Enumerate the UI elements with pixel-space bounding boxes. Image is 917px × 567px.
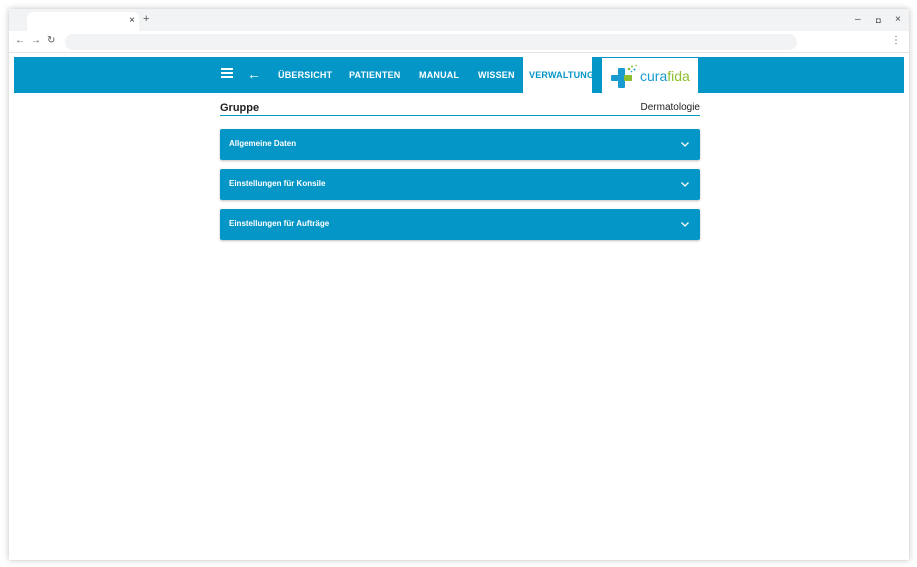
browser-menu-icon[interactable]: ⋮ (891, 35, 901, 47)
logo-part-fida: fida (667, 68, 690, 84)
chevron-down-icon (681, 222, 689, 227)
panel-label: Allgemeine Daten (229, 139, 297, 148)
group-name: Dermatologie (640, 102, 700, 113)
panel-order-settings[interactable]: Einstellungen für Aufträge (220, 209, 700, 240)
new-tab-icon[interactable]: + (143, 13, 149, 25)
nav-item-overview[interactable]: ÜBERSICHT (278, 70, 332, 81)
page-title: Gruppe (220, 102, 260, 114)
nav-item-manual[interactable]: MANUAL (419, 70, 459, 81)
app-header: ← ÜBERSICHT PATIENTEN MANUAL WISSEN VERW… (14, 57, 904, 93)
tab-bar: × + – ◘ × (9, 9, 909, 31)
brand-logo[interactable]: curafida (602, 58, 698, 93)
cross-logo-icon (611, 64, 637, 88)
minimize-icon[interactable]: – (855, 14, 861, 26)
window-close-icon[interactable]: × (895, 14, 901, 26)
browser-forward-icon[interactable]: → (31, 35, 41, 47)
nav-item-admin[interactable]: VERWALTUNG (523, 57, 595, 93)
restore-icon[interactable]: ◘ (876, 15, 881, 27)
nav-item-knowledge[interactable]: WISSEN (478, 70, 515, 81)
browser-back-icon[interactable]: ← (15, 35, 25, 47)
arrow-left-icon[interactable]: ← (247, 65, 261, 83)
browser-toolbar: ← → ↻ ⋮ (9, 31, 909, 53)
logo-wordmark: curafida (640, 68, 690, 84)
panel-label: Einstellungen für Aufträge (229, 219, 330, 228)
reload-icon[interactable]: ↻ (47, 35, 55, 47)
hamburger-icon[interactable] (221, 68, 233, 80)
panel-general-data[interactable]: Allgemeine Daten (220, 129, 700, 160)
panel-label: Einstellungen für Konsile (229, 179, 326, 188)
address-bar[interactable] (65, 34, 797, 50)
panel-consult-settings[interactable]: Einstellungen für Konsile (220, 169, 700, 200)
chevron-down-icon (681, 142, 689, 147)
browser-tab[interactable]: × (27, 12, 139, 31)
nav-item-patients[interactable]: PATIENTEN (349, 70, 400, 81)
title-divider (220, 115, 700, 116)
logo-part-cura: cura (640, 68, 668, 84)
chevron-down-icon (681, 182, 689, 187)
browser-window: × + – ◘ × ← → ↻ ⋮ ← ÜBERSICHT PATIENTEN … (9, 9, 909, 560)
tab-close-icon[interactable]: × (129, 15, 135, 27)
nav-item-admin-label: VERWALTUNG (529, 70, 595, 80)
